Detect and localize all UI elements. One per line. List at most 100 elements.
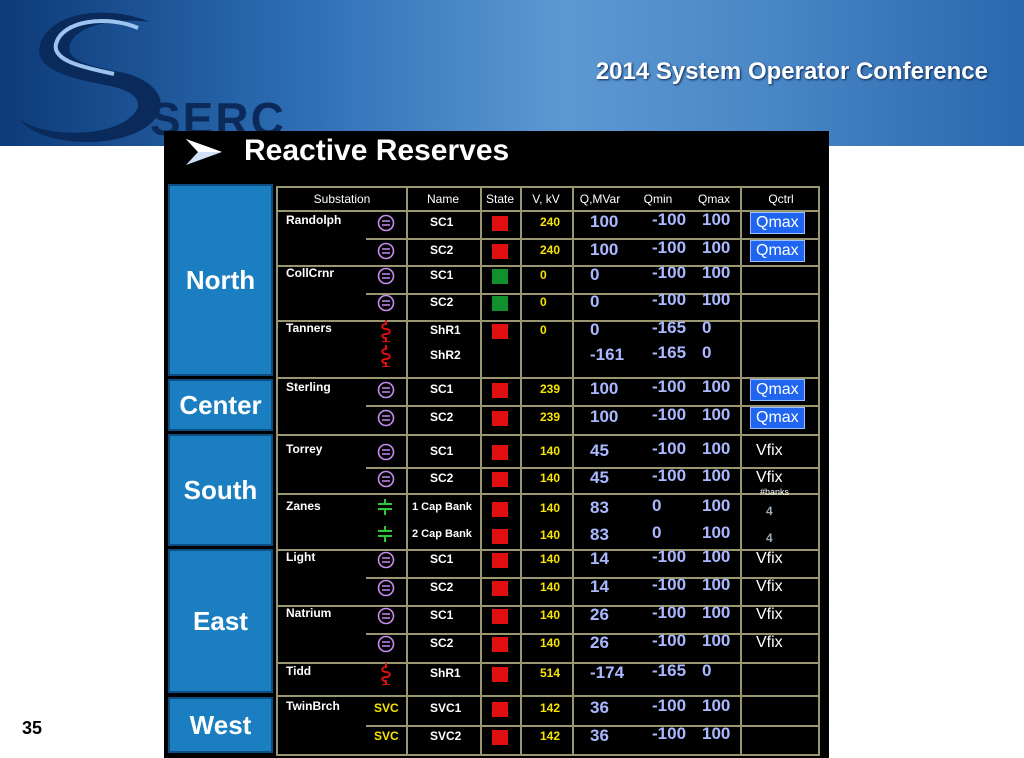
region-west[interactable]: West [168, 697, 273, 753]
synchronous-condenser-icon [377, 267, 395, 285]
state-indicator[interactable] [492, 216, 508, 231]
q-min: -165 [652, 343, 687, 362]
device-name: SC2 [430, 295, 454, 309]
device-name: SC2 [430, 471, 454, 485]
q-max: 100 [702, 696, 731, 715]
q-min: -100 [652, 238, 687, 257]
voltage-kv: 240 [540, 243, 561, 257]
region-north[interactable]: North [168, 184, 273, 376]
state-indicator[interactable] [492, 411, 508, 426]
voltage-kv: 140 [540, 528, 561, 542]
q-mvar: 0 [590, 265, 600, 284]
substation-label: Tidd [286, 664, 312, 678]
qctrl-qmax-button[interactable]: Qmax [750, 407, 805, 429]
synchronous-condenser-icon [377, 381, 395, 399]
q-mvar: 14 [590, 577, 609, 596]
device-name: 2 Cap Bank [412, 528, 472, 540]
voltage-kv: 0 [540, 323, 547, 337]
header-qctrl: Qctrl [768, 192, 794, 206]
device-name: ShR2 [430, 348, 461, 362]
q-mvar: 0 [590, 320, 600, 339]
grid-hline [278, 377, 818, 379]
device-name: SC2 [430, 410, 454, 424]
region-center[interactable]: Center [168, 379, 273, 431]
synchronous-condenser-icon [377, 443, 395, 461]
synchronous-condenser-icon [377, 214, 395, 232]
grid-hline [278, 695, 818, 697]
synchronous-condenser-icon [377, 470, 395, 488]
synchronous-condenser-icon [377, 409, 395, 427]
grid-vline [480, 188, 482, 754]
state-indicator[interactable] [492, 445, 508, 460]
q-min: -100 [652, 405, 687, 424]
q-min: -100 [652, 575, 687, 594]
state-indicator[interactable] [492, 383, 508, 398]
q-mvar: 45 [590, 441, 609, 460]
qctrl-qmax-button[interactable]: Qmax [750, 240, 805, 262]
voltage-kv: 140 [540, 608, 561, 622]
state-indicator[interactable] [492, 730, 508, 745]
state-indicator[interactable] [492, 296, 508, 311]
state-indicator[interactable] [492, 637, 508, 652]
voltage-kv: 140 [540, 636, 561, 650]
state-indicator[interactable] [492, 553, 508, 568]
q-min: -100 [652, 466, 687, 485]
qctrl-qmax-button[interactable]: Qmax [750, 379, 805, 401]
state-indicator[interactable] [492, 324, 508, 339]
q-max: 100 [702, 496, 731, 515]
state-indicator[interactable] [492, 581, 508, 596]
voltage-kv: 240 [540, 215, 561, 229]
state-indicator[interactable] [492, 529, 508, 544]
q-max: 100 [702, 263, 731, 282]
banks-count: 4 [766, 504, 773, 518]
state-indicator[interactable] [492, 269, 508, 284]
device-name: SC2 [430, 636, 454, 650]
header-qmax: Qmax [697, 192, 730, 206]
state-indicator[interactable] [492, 609, 508, 624]
q-min: -100 [652, 631, 687, 650]
device-name: 1 Cap Bank [412, 501, 472, 513]
state-indicator[interactable] [492, 702, 508, 717]
grid-hline [278, 605, 818, 607]
grid-vline [572, 188, 574, 754]
voltage-kv: 514 [540, 666, 561, 680]
q-min: -100 [652, 603, 687, 622]
device-name: SVC1 [430, 701, 462, 715]
state-indicator[interactable] [492, 502, 508, 517]
substation-label: TwinBrch [286, 699, 340, 713]
qctrl-qmax-button[interactable]: Qmax [750, 212, 805, 234]
q-max: 100 [702, 290, 731, 309]
q-mvar: 14 [590, 549, 609, 568]
region-east[interactable]: East [168, 549, 273, 693]
synchronous-condenser-icon [377, 635, 395, 653]
banks-count: 4 [766, 531, 773, 545]
q-max: 100 [702, 210, 731, 229]
substation-label: Zanes [286, 499, 321, 513]
qctrl-vfix: Vfix [756, 469, 783, 486]
state-indicator[interactable] [492, 667, 508, 682]
device-name: ShR1 [430, 666, 461, 680]
device-name: SC1 [430, 444, 454, 458]
state-indicator[interactable] [492, 472, 508, 487]
q-min: -165 [652, 318, 687, 337]
q-mvar: 36 [590, 698, 609, 717]
region-south[interactable]: South [168, 434, 273, 546]
grid-hline [278, 434, 818, 436]
grid-hline [278, 210, 818, 212]
device-name: SC2 [430, 243, 454, 257]
reserves-table: Substation Name State V, kV Q,MVar Qmin Qmax Qc… [276, 186, 820, 756]
device-name: SC1 [430, 215, 454, 229]
qctrl-vfix: Vfix [756, 634, 783, 651]
q-max: 100 [702, 631, 731, 650]
q-max: 100 [702, 603, 731, 622]
substation-label: Light [286, 550, 316, 564]
device-name: SC1 [430, 608, 454, 622]
q-max: 0 [702, 343, 712, 362]
state-indicator[interactable] [492, 244, 508, 259]
conference-title: 2014 System Operator Conference [595, 58, 988, 85]
q-mvar: 100 [590, 240, 619, 259]
grid-hline [278, 662, 818, 664]
device-name: SVC2 [430, 729, 462, 743]
voltage-kv: 140 [540, 471, 561, 485]
q-mvar: 100 [590, 407, 619, 426]
